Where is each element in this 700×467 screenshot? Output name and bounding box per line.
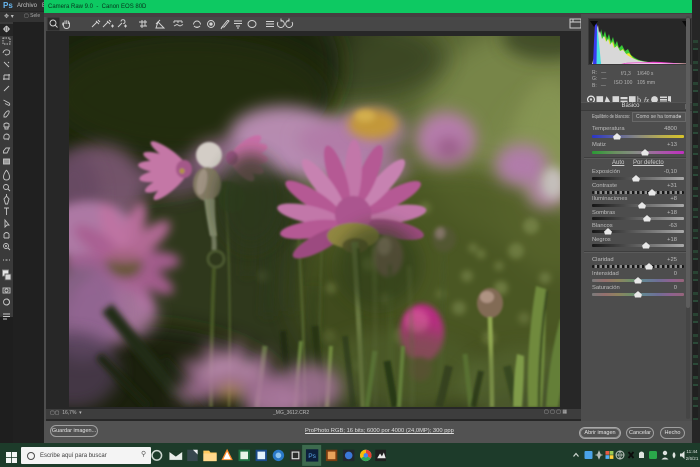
- svg-text:Ps: Ps: [308, 453, 316, 460]
